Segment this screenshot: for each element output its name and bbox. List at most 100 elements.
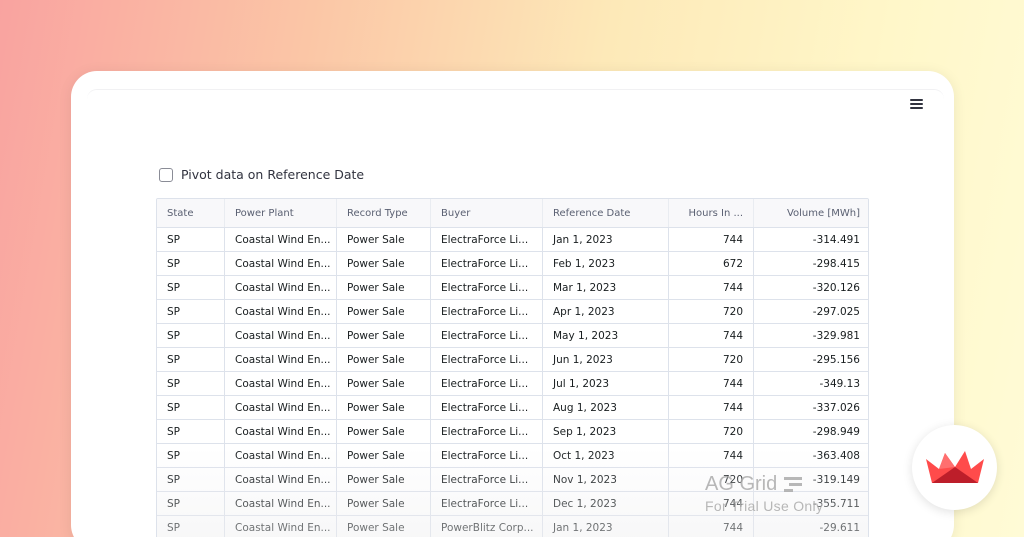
cell-reference-date[interactable]: Jul 1, 2023 — [543, 372, 669, 395]
cell-power-plant[interactable]: Coastal Wind En... — [225, 420, 337, 443]
cell-volume-mwh[interactable]: -298.415 — [754, 252, 868, 275]
cell-state[interactable]: SP — [157, 396, 225, 419]
cell-hours-in[interactable]: 720 — [669, 348, 754, 371]
cell-state[interactable]: SP — [157, 252, 225, 275]
cell-power-plant[interactable]: Coastal Wind En... — [225, 276, 337, 299]
cell-volume-mwh[interactable]: -349.13 — [754, 372, 868, 395]
cell-reference-date[interactable]: Sep 1, 2023 — [543, 420, 669, 443]
header-buyer[interactable]: Buyer — [431, 199, 543, 227]
table-row[interactable]: SP Coastal Wind En... Power Sale ElectraFor… — [157, 324, 868, 348]
cell-hours-in[interactable]: 744 — [669, 276, 754, 299]
cell-record-type[interactable]: Power Sale — [337, 324, 431, 347]
cell-buyer[interactable]: ElectraForce Li... — [431, 252, 543, 275]
cell-state[interactable]: SP — [157, 468, 225, 491]
cell-hours-in[interactable]: 672 — [669, 252, 754, 275]
cell-volume-mwh[interactable]: -319.149 — [754, 468, 868, 491]
cell-record-type[interactable]: Power Sale — [337, 348, 431, 371]
table-row[interactable]: SP Coastal Wind En... Power Sale ElectraFor… — [157, 228, 868, 252]
cell-volume-mwh[interactable]: -297.025 — [754, 300, 868, 323]
header-reference-date[interactable]: Reference Date — [543, 199, 669, 227]
table-row[interactable]: SP Coastal Wind En... Power Sale ElectraFor… — [157, 372, 868, 396]
cell-hours-in[interactable]: 744 — [669, 396, 754, 419]
cell-hours-in[interactable]: 720 — [669, 468, 754, 491]
cell-power-plant[interactable]: Coastal Wind En... — [225, 372, 337, 395]
cell-hours-in[interactable]: 744 — [669, 228, 754, 251]
cell-state[interactable]: SP — [157, 492, 225, 515]
table-row[interactable]: SP Coastal Wind En... Power Sale PowerBlitz… — [157, 516, 868, 537]
header-hours-in[interactable]: Hours In ... — [669, 199, 754, 227]
cell-record-type[interactable]: Power Sale — [337, 468, 431, 491]
cell-hours-in[interactable]: 744 — [669, 492, 754, 515]
cell-state[interactable]: SP — [157, 444, 225, 467]
cell-power-plant[interactable]: Coastal Wind En... — [225, 252, 337, 275]
cell-reference-date[interactable]: Oct 1, 2023 — [543, 444, 669, 467]
cell-record-type[interactable]: Power Sale — [337, 420, 431, 443]
cell-reference-date[interactable]: Mar 1, 2023 — [543, 276, 669, 299]
main-menu-button[interactable] — [907, 97, 925, 111]
cell-record-type[interactable]: Power Sale — [337, 228, 431, 251]
cell-reference-date[interactable]: Apr 1, 2023 — [543, 300, 669, 323]
table-row[interactable]: SP Coastal Wind En... Power Sale ElectraFor… — [157, 348, 868, 372]
cell-hours-in[interactable]: 744 — [669, 324, 754, 347]
cell-volume-mwh[interactable]: -314.491 — [754, 228, 868, 251]
cell-power-plant[interactable]: Coastal Wind En... — [225, 228, 337, 251]
cell-state[interactable]: SP — [157, 276, 225, 299]
cell-volume-mwh[interactable]: -298.949 — [754, 420, 868, 443]
table-row[interactable]: SP Coastal Wind En... Power Sale ElectraFor… — [157, 252, 868, 276]
cell-reference-date[interactable]: Jan 1, 2023 — [543, 516, 669, 537]
cell-power-plant[interactable]: Coastal Wind En... — [225, 396, 337, 419]
cell-hours-in[interactable]: 744 — [669, 372, 754, 395]
cell-state[interactable]: SP — [157, 348, 225, 371]
cell-power-plant[interactable]: Coastal Wind En... — [225, 492, 337, 515]
table-row[interactable]: SP Coastal Wind En... Power Sale ElectraFor… — [157, 396, 868, 420]
table-row[interactable]: SP Coastal Wind En... Power Sale ElectraFor… — [157, 468, 868, 492]
cell-power-plant[interactable]: Coastal Wind En... — [225, 468, 337, 491]
header-state[interactable]: State — [157, 199, 225, 227]
header-record-type[interactable]: Record Type — [337, 199, 431, 227]
cell-buyer[interactable]: PowerBlitz Corp... — [431, 516, 543, 537]
cell-buyer[interactable]: ElectraForce Li... — [431, 420, 543, 443]
cell-buyer[interactable]: ElectraForce Li... — [431, 324, 543, 347]
cell-power-plant[interactable]: Coastal Wind En... — [225, 444, 337, 467]
table-row[interactable]: SP Coastal Wind En... Power Sale ElectraFor… — [157, 444, 868, 468]
table-row[interactable]: SP Coastal Wind En... Power Sale ElectraFor… — [157, 492, 868, 516]
cell-record-type[interactable]: Power Sale — [337, 492, 431, 515]
cell-reference-date[interactable]: Jan 1, 2023 — [543, 228, 669, 251]
cell-volume-mwh[interactable]: -320.126 — [754, 276, 868, 299]
cell-state[interactable]: SP — [157, 300, 225, 323]
cell-volume-mwh[interactable]: -29.611 — [754, 516, 868, 537]
cell-buyer[interactable]: ElectraForce Li... — [431, 372, 543, 395]
cell-buyer[interactable]: ElectraForce Li... — [431, 444, 543, 467]
cell-power-plant[interactable]: Coastal Wind En... — [225, 324, 337, 347]
cell-buyer[interactable]: ElectraForce Li... — [431, 348, 543, 371]
cell-record-type[interactable]: Power Sale — [337, 300, 431, 323]
cell-record-type[interactable]: Power Sale — [337, 444, 431, 467]
cell-state[interactable]: SP — [157, 420, 225, 443]
cell-reference-date[interactable]: Aug 1, 2023 — [543, 396, 669, 419]
cell-record-type[interactable]: Power Sale — [337, 372, 431, 395]
cell-state[interactable]: SP — [157, 516, 225, 537]
cell-reference-date[interactable]: Feb 1, 2023 — [543, 252, 669, 275]
cell-buyer[interactable]: ElectraForce Li... — [431, 468, 543, 491]
header-power-plant[interactable]: Power Plant — [225, 199, 337, 227]
cell-buyer[interactable]: ElectraForce Li... — [431, 228, 543, 251]
cell-buyer[interactable]: ElectraForce Li... — [431, 276, 543, 299]
cell-state[interactable]: SP — [157, 324, 225, 347]
cell-buyer[interactable]: ElectraForce Li... — [431, 492, 543, 515]
cell-power-plant[interactable]: Coastal Wind En... — [225, 516, 337, 537]
cell-record-type[interactable]: Power Sale — [337, 276, 431, 299]
cell-buyer[interactable]: ElectraForce Li... — [431, 396, 543, 419]
cell-record-type[interactable]: Power Sale — [337, 252, 431, 275]
cell-record-type[interactable]: Power Sale — [337, 516, 431, 537]
pivot-checkbox[interactable]: Pivot data on Reference Date — [159, 167, 364, 182]
cell-buyer[interactable]: ElectraForce Li... — [431, 300, 543, 323]
cell-state[interactable]: SP — [157, 228, 225, 251]
pivot-checkbox-box[interactable] — [159, 167, 173, 182]
cell-hours-in[interactable]: 744 — [669, 516, 754, 537]
streamlit-badge[interactable] — [912, 425, 997, 510]
table-row[interactable]: SP Coastal Wind En... Power Sale ElectraFor… — [157, 420, 868, 444]
cell-volume-mwh[interactable]: -355.711 — [754, 492, 868, 515]
table-row[interactable]: SP Coastal Wind En... Power Sale ElectraFor… — [157, 276, 868, 300]
cell-hours-in[interactable]: 720 — [669, 300, 754, 323]
cell-volume-mwh[interactable]: -329.981 — [754, 324, 868, 347]
